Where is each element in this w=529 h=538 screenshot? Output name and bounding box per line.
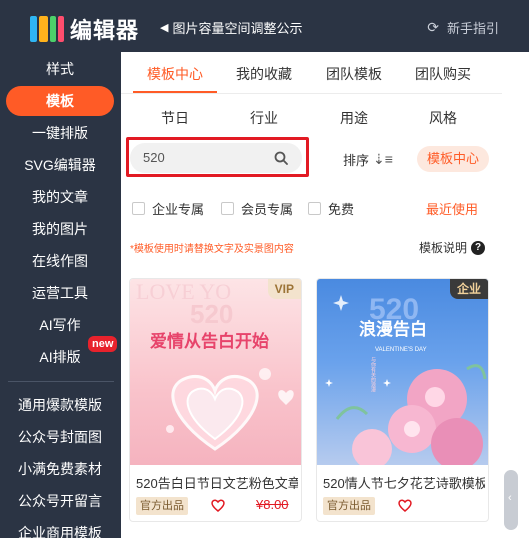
sidebar-item-label: 模板 [46,93,74,109]
guide-button[interactable]: ⟳ 新手指引 [427,18,499,37]
thumbnail-art: 520 浪漫告白 VALENTINE'S DAY 与你有关的浪漫 [325,293,487,465]
template-card[interactable]: 520 浪漫告白 VALENTINE'S DAY 与你有关的浪漫 企业 520情… [316,278,489,522]
sidebar-item-label: 在线作图 [32,253,88,269]
checkbox[interactable] [221,202,234,215]
subtab-holiday[interactable]: 节日 [161,108,189,128]
favorite-heart-icon[interactable] [210,497,226,513]
sidebar-item-label: 公众号封面图 [18,429,102,445]
filter-label: 免费 [328,202,355,217]
notice-link[interactable]: ◀ 图片容量空间调整公示 [160,18,302,37]
checkbox[interactable] [132,202,145,215]
subtab-style[interactable]: 风格 [429,108,457,128]
sidebar-divider [8,381,114,382]
active-tab-underline [133,91,217,93]
enterprise-badge: 企业 [449,279,488,299]
notice-text: 图片容量空间调整公示 [172,21,303,36]
sidebar-item-templates[interactable]: 模板 [6,86,114,116]
sidebar-item-styles[interactable]: 样式 [6,54,114,84]
logo-mark-icon [30,16,64,42]
tab-template-center[interactable]: 模板中心 [147,64,203,84]
sidebar-item-ops-tools[interactable]: 运营工具 [6,278,114,308]
filter-member[interactable]: 会员专属 [221,199,293,218]
sidebar-item-online-design[interactable]: 在线作图 [6,246,114,276]
subtab-industry[interactable]: 行业 [250,108,278,128]
sidebar-item-svg-editor[interactable]: SVG编辑器 [6,150,114,180]
filter-free[interactable]: 免费 [308,199,354,218]
help-label: 模板说明 [419,241,468,255]
thumbnail-art: LOVE YO 520 爱情从告白开始 [136,279,294,451]
usage-tip: *模板使用时请替换文字及实景图内容 [130,244,294,255]
official-badge: 官方出品 [323,497,375,515]
sort-label: 排序 [343,153,370,168]
sidebar-item-label: 通用爆款模版 [18,397,102,413]
thumb-side-text: 与你有关的浪漫 [370,356,376,393]
sidebar-item-label: 企业商用模板 [18,525,102,538]
thumb-headline: 浪漫告白 [359,319,427,340]
sidebar-item-label: 样式 [46,61,74,77]
main-tabs: 模板中心 我的收藏 团队模板 团队购买 [121,52,502,94]
subtab-purpose[interactable]: 用途 [340,108,368,128]
tab-team-purchase[interactable]: 团队购买 [415,64,471,84]
sidebar-item-label: 我的文章 [32,189,88,205]
guide-label: 新手指引 [446,21,499,36]
thumb-big-text: 520 [190,299,233,329]
template-panel: 模板中心 我的收藏 团队模板 团队购买 节日 行业 用途 风格 520 排序 ⇣… [121,52,502,538]
filter-label: 企业专属 [152,202,205,217]
card-title[interactable]: 520情人节七夕花艺诗歌模板 [323,473,485,492]
template-thumbnail[interactable]: 520 浪漫告白 VALENTINE'S DAY 与你有关的浪漫 企业 [317,279,488,465]
sidebar-item-popular-templates[interactable]: 通用爆款模版 [6,390,114,420]
official-badge: 官方出品 [136,497,188,515]
sort-icon: ⇣≡ [373,151,393,167]
sidebar-item-label: 我的图片 [32,221,88,237]
chevron-left-icon: ‹ [508,492,512,504]
panel-collapse-handle[interactable]: ‹ [504,470,518,530]
question-icon: ? [471,240,486,255]
price: ¥8.00 [256,497,289,512]
app-name: 编辑器 [70,18,140,43]
sidebar-item-label: AI排版 [39,349,81,365]
search-highlight-frame [126,137,309,177]
template-thumbnail[interactable]: LOVE YO 520 爱情从告白开始 VIP [130,279,301,465]
sidebar: 样式 模板 一键排版 SVG编辑器 我的文章 我的图片 在线作图 运营工具 AI… [0,52,121,538]
top-bar: 编辑器 ◀ 图片容量空间调整公示 ⟳ 新手指引 [0,0,529,52]
thumb-headline: 爱情从告白开始 [150,331,269,352]
template-help[interactable]: 模板说明 ? [419,239,486,256]
sort-button[interactable]: 排序 ⇣≡ [343,150,393,169]
favorite-heart-icon[interactable] [397,497,413,513]
card-title[interactable]: 520告白日节日文艺粉色文章模板 [136,473,298,492]
checkbox[interactable] [308,202,321,215]
recent-used-link[interactable]: 最近使用 [426,199,478,218]
sidebar-item-label: 小满免费素材 [18,461,102,477]
speaker-icon: ◀ [160,22,169,34]
sidebar-item-label: 公众号开留言 [18,493,102,509]
thumb-sub: VALENTINE'S DAY [375,347,427,353]
sidebar-item-ai-layout[interactable]: AI排版 new [6,336,118,372]
filter-label: 会员专属 [241,202,294,217]
tab-my-favorites[interactable]: 我的收藏 [236,64,292,84]
refresh-icon: ⟳ [427,19,439,35]
sidebar-item-label: SVG编辑器 [24,157,96,173]
new-badge: new [88,336,118,352]
sidebar-item-label: AI写作 [39,317,81,333]
template-card[interactable]: LOVE YO 520 爱情从告白开始 VIP 520告白日节日文艺粉色文章模板… [129,278,302,522]
sidebar-item-cover-image[interactable]: 公众号封面图 [6,422,114,452]
sidebar-item-one-click-layout[interactable]: 一键排版 [6,118,114,148]
sidebar-item-label: 运营工具 [32,285,88,301]
sidebar-item-my-articles[interactable]: 我的文章 [6,182,114,212]
sidebar-item-my-images[interactable]: 我的图片 [6,214,114,244]
sidebar-item-open-comments[interactable]: 公众号开留言 [6,486,114,516]
sidebar-item-free-assets[interactable]: 小满免费素材 [6,454,114,484]
sidebar-item-label: 一键排版 [32,125,88,141]
sidebar-item-commercial-templates[interactable]: 企业商用模板 [6,518,114,538]
logo[interactable]: 编辑器 [30,13,139,45]
tab-team-templates[interactable]: 团队模板 [326,64,382,84]
filter-enterprise[interactable]: 企业专属 [132,199,204,218]
vip-badge: VIP [267,279,301,299]
template-center-pill[interactable]: 模板中心 [417,146,489,172]
